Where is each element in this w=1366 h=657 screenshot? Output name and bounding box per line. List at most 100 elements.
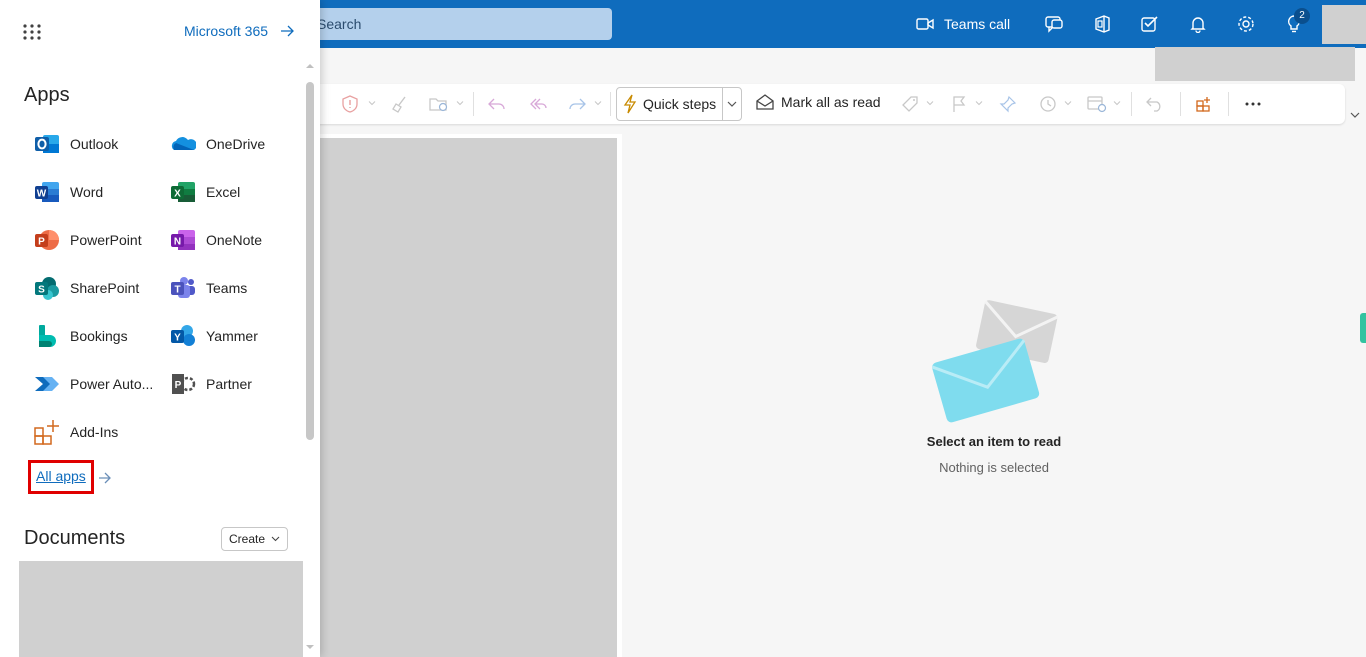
all-apps-link[interactable]: All apps <box>36 468 86 484</box>
chevron-down-icon <box>727 101 737 107</box>
app-launcher-panel: Microsoft 365 Apps Outlook OneDrive W Wo… <box>0 0 320 657</box>
apps-section-title: Apps <box>24 84 70 106</box>
more-options-icon[interactable] <box>1243 94 1263 114</box>
svg-text:Y: Y <box>174 333 181 344</box>
microsoft-365-link[interactable]: Microsoft 365 <box>184 23 294 39</box>
app-partner[interactable]: P Partner <box>170 370 252 398</box>
divider <box>1180 92 1181 116</box>
chevron-down-icon[interactable] <box>975 99 983 107</box>
app-label: SharePoint <box>70 280 140 296</box>
app-sharepoint[interactable]: S SharePoint <box>34 274 139 302</box>
mark-all-as-read-button[interactable]: Mark all as read <box>756 94 881 110</box>
report-icon[interactable] <box>340 94 360 114</box>
chevron-down-icon[interactable] <box>1113 99 1121 107</box>
app-label: Word <box>70 184 104 200</box>
app-add-ins[interactable]: Add-Ins <box>34 418 118 446</box>
add-ins-icon <box>34 420 59 445</box>
arrow-right-icon[interactable] <box>98 471 112 485</box>
chevron-down-icon[interactable] <box>926 99 934 107</box>
chevron-down-icon[interactable] <box>456 99 464 107</box>
waffle-icon[interactable] <box>22 22 42 42</box>
redacted-area <box>1155 47 1355 81</box>
onenote-icon: N <box>171 230 195 250</box>
empty-state-subtitle: Nothing is selected <box>939 460 1049 475</box>
chevron-down-icon[interactable] <box>594 99 602 107</box>
empty-envelope-illustration <box>932 300 1058 423</box>
app-onenote[interactable]: N OneNote <box>170 226 262 254</box>
apps-add-icon[interactable] <box>1194 94 1214 114</box>
avatar[interactable] <box>1322 5 1366 44</box>
svg-text:W: W <box>37 189 47 200</box>
gear-icon[interactable] <box>1234 12 1258 36</box>
svg-text:X: X <box>174 189 181 200</box>
app-onedrive[interactable]: OneDrive <box>170 130 265 158</box>
divider <box>610 92 611 116</box>
envelope-open-icon <box>756 94 774 110</box>
app-label: Power Auto... <box>70 376 154 392</box>
svg-text:S: S <box>38 285 45 296</box>
app-label: Bookings <box>70 328 128 344</box>
quick-steps-dropdown[interactable] <box>723 100 741 108</box>
app-label: OneNote <box>206 232 263 248</box>
app-word[interactable]: W Word <box>34 178 103 206</box>
svg-text:P: P <box>175 380 182 391</box>
word-icon: W <box>35 182 59 202</box>
chevron-down-icon[interactable] <box>1064 99 1072 107</box>
office-icon[interactable] <box>1090 12 1114 36</box>
undo-icon[interactable] <box>1145 94 1165 114</box>
divider <box>1131 92 1132 116</box>
sharepoint-icon: S <box>35 277 59 300</box>
app-label: Partner <box>206 376 252 392</box>
quick-steps-button[interactable]: Quick steps <box>616 87 742 121</box>
svg-text:N: N <box>174 237 181 248</box>
ribbon-expand-chevron-icon[interactable] <box>1349 111 1361 119</box>
power-automate-icon <box>35 377 59 391</box>
outlook-icon <box>35 135 59 153</box>
partner-icon: P <box>172 374 196 394</box>
tag-icon[interactable] <box>900 94 920 114</box>
app-yammer[interactable]: Y Yammer <box>170 322 258 350</box>
lightning-icon <box>623 94 637 114</box>
bell-icon[interactable] <box>1186 12 1210 36</box>
side-panel-handle[interactable] <box>1360 313 1366 343</box>
app-label: Add-Ins <box>70 424 119 440</box>
reply-all-icon[interactable] <box>528 94 548 114</box>
todo-icon[interactable] <box>1138 12 1162 36</box>
app-label: Teams <box>206 280 248 296</box>
create-button[interactable]: Create <box>221 527 288 551</box>
microsoft-365-label: Microsoft 365 <box>184 23 269 39</box>
redacted-message-list <box>320 138 617 657</box>
yammer-icon: Y <box>171 325 195 346</box>
chat-icon[interactable] <box>1042 12 1066 36</box>
app-bookings[interactable]: Bookings <box>34 322 128 350</box>
redacted-documents <box>19 561 303 657</box>
app-label: Yammer <box>206 328 258 344</box>
search-input[interactable]: Search <box>300 8 612 40</box>
teams-call-button[interactable]: Teams call <box>916 12 1010 36</box>
arrow-right-icon <box>281 25 294 37</box>
clock-icon[interactable] <box>1038 94 1058 114</box>
rules-icon[interactable] <box>1087 94 1107 114</box>
scrollbar-thumb[interactable] <box>306 82 314 440</box>
pin-icon[interactable] <box>998 94 1018 114</box>
onedrive-icon <box>171 137 196 150</box>
app-outlook[interactable]: Outlook <box>34 130 118 158</box>
quick-steps-main[interactable]: Quick steps <box>617 88 724 120</box>
documents-section-title: Documents <box>24 527 126 549</box>
app-teams[interactable]: T Teams <box>170 274 247 302</box>
scroll-down-arrow-icon[interactable] <box>305 643 315 651</box>
app-excel[interactable]: X Excel <box>170 178 240 206</box>
video-camera-icon <box>916 18 934 30</box>
reply-icon[interactable] <box>487 94 507 114</box>
move-to-folder-icon[interactable] <box>429 94 449 114</box>
scroll-up-arrow-icon[interactable] <box>305 62 315 70</box>
app-label: Excel <box>206 184 241 200</box>
flag-icon[interactable] <box>949 94 969 114</box>
forward-icon[interactable] <box>567 94 587 114</box>
app-powerpoint[interactable]: P PowerPoint <box>34 226 142 254</box>
app-power-automate[interactable]: Power Auto... <box>34 370 153 398</box>
sweep-icon[interactable] <box>390 94 410 114</box>
chevron-down-icon[interactable] <box>368 99 376 107</box>
notification-badge: 2 <box>1294 8 1310 24</box>
divider <box>1228 92 1229 116</box>
